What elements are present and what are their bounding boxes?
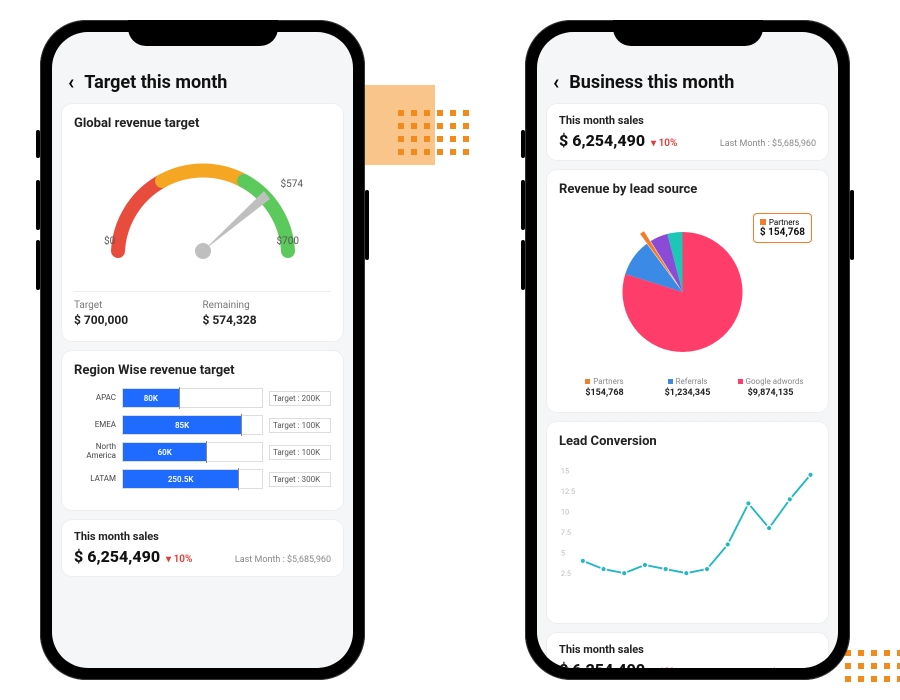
region-name: North America — [74, 443, 116, 461]
tooltip-name: Partners — [769, 218, 799, 227]
region-target: Target : 300K — [269, 472, 331, 487]
decor-dots-top — [398, 110, 469, 155]
sales-value: $ 6,254,490 — [74, 547, 160, 566]
svg-text:12.5: 12.5 — [561, 487, 575, 496]
card-global-revenue-target: Global revenue target $0 $574 $700 — [62, 104, 343, 341]
header: ‹ Business this month — [547, 68, 828, 104]
gauge-value-label: $574 — [281, 179, 303, 190]
back-icon[interactable]: ‹ — [553, 70, 559, 94]
phone-business: ‹ Business this month This month sales $… — [525, 20, 850, 680]
card-title: Global revenue target — [74, 116, 331, 131]
gauge-chart: $0 $574 $700 — [74, 141, 331, 291]
svg-text:2.5: 2.5 — [561, 569, 571, 578]
gauge-min-label: $0 — [104, 236, 115, 247]
legend-item: Google adwords$9,874,135 — [729, 377, 812, 398]
sales-title: This month sales — [559, 114, 816, 127]
region-bar-fill: 85K — [123, 416, 241, 434]
card-this-month-sales-bottom: This month sales $ 6,254,490 10% Last Mo… — [547, 633, 828, 668]
phone-notch — [613, 20, 763, 46]
sales-delta: 10% — [166, 554, 192, 565]
target-label: Target — [74, 300, 203, 311]
region-bar: 250.5K — [122, 469, 263, 489]
svg-text:10: 10 — [561, 507, 569, 516]
legend-item: Referrals$1,234,345 — [646, 377, 729, 398]
sales-delta: 10% — [651, 667, 677, 668]
page-title: Target this month — [84, 72, 227, 93]
legend-item: Partners$154,768 — [563, 377, 646, 398]
card-this-month-sales-top: This month sales $ 6,254,490 10% Last Mo… — [547, 104, 828, 160]
sales-title: This month sales — [559, 643, 816, 656]
sales-title: This month sales — [74, 530, 331, 543]
sales-value: $ 6,254,490 — [559, 660, 645, 668]
region-target: Target : 200K — [269, 391, 331, 406]
region-target: Target : 100K — [269, 445, 331, 460]
target-value: $ 700,000 — [74, 313, 203, 327]
card-title: Lead Conversion — [559, 434, 816, 449]
sales-last: Last Month : $5,685,960 — [235, 555, 331, 565]
tooltip-value: $ 154,768 — [760, 227, 805, 238]
pie-legend: Partners$154,768Referrals$1,234,345Googl… — [559, 377, 816, 398]
sales-delta: 10% — [651, 138, 677, 149]
region-name: APAC — [74, 394, 116, 403]
region-bar: 60K — [122, 442, 263, 462]
region-bar-fill: 250.5K — [123, 470, 238, 488]
region-target: Target : 100K — [269, 418, 331, 433]
card-this-month-sales: This month sales $ 6,254,490 10% Last Mo… — [62, 520, 343, 576]
svg-text:7.5: 7.5 — [561, 528, 571, 537]
card-revenue-by-lead-source: Revenue by lead source Partners $ 154,76… — [547, 170, 828, 412]
sales-value: $ 6,254,490 — [559, 131, 645, 150]
card-lead-conversion: Lead Conversion 15 12.5 10 7.5 5 2.5 — [547, 422, 828, 623]
region-row: North America 60K Target : 100K — [74, 442, 331, 462]
tooltip-swatch — [760, 219, 766, 225]
card-region-wise-revenue: Region Wise revenue target APAC 80K Target… — [62, 351, 343, 510]
remaining-label: Remaining — [203, 300, 332, 311]
sales-last: Last Month : $5,685,960 — [720, 139, 816, 149]
svg-text:15: 15 — [561, 466, 569, 475]
region-bar: 85K — [122, 415, 263, 435]
decor-dots-bottom — [845, 650, 900, 682]
card-title: Region Wise revenue target — [74, 363, 331, 378]
region-name: LATAM — [74, 475, 116, 484]
line-chart: 15 12.5 10 7.5 5 2.5 — [559, 459, 816, 609]
pie-tooltip: Partners $ 154,768 — [753, 213, 812, 243]
region-row: APAC 80K Target : 200K — [74, 388, 331, 408]
region-bar-fill: 60K — [123, 443, 206, 461]
card-title: Revenue by lead source — [559, 182, 816, 197]
remaining-value: $ 574,328 — [203, 313, 332, 327]
header: ‹ Target this month — [62, 68, 343, 104]
gauge-max-label: $700 — [277, 236, 299, 247]
region-name: EMEA — [74, 421, 116, 430]
page-title: Business this month — [569, 72, 734, 93]
back-icon[interactable]: ‹ — [68, 70, 74, 94]
svg-text:5: 5 — [561, 548, 565, 557]
region-row: LATAM 250.5K Target : 300K — [74, 469, 331, 489]
region-row: EMEA 85K Target : 100K — [74, 415, 331, 435]
phone-notch — [128, 20, 278, 46]
region-bar: 80K — [122, 388, 263, 408]
region-bar-fill: 80K — [123, 389, 179, 407]
phone-target: ‹ Target this month Global revenue targe… — [40, 20, 365, 680]
